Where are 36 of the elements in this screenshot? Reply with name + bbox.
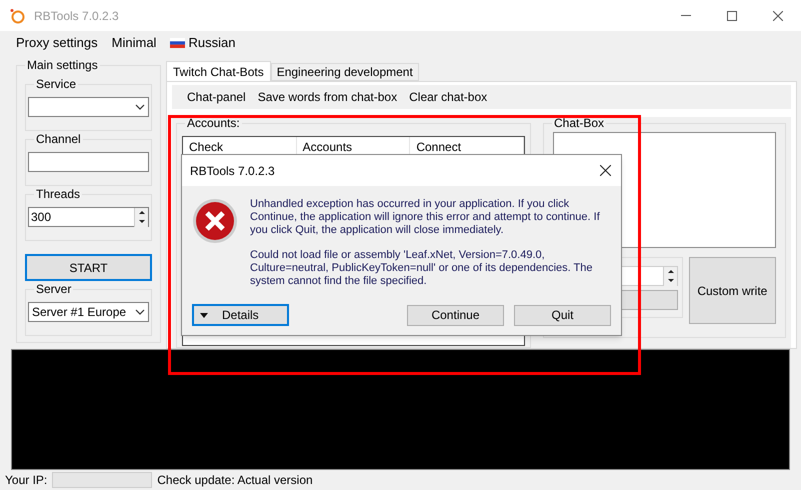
channel-field[interactable]	[28, 152, 149, 172]
maximize-icon	[727, 10, 737, 20]
app-logo-icon	[9, 8, 25, 24]
close-icon[interactable]	[600, 165, 611, 176]
chevron-down-icon	[135, 309, 145, 315]
menu-item[interactable]: Russian	[163, 33, 242, 53]
group-title: Main settings	[25, 57, 100, 73]
caret-icon	[200, 312, 208, 318]
dialog-button[interactable]: Quit	[514, 304, 611, 326]
flag-icon	[170, 38, 186, 48]
ip-label: Your IP:	[5, 472, 48, 489]
service-dropdown[interactable]	[28, 97, 149, 117]
tab[interactable]: Engineering development	[270, 63, 419, 81]
start-button[interactable]: START	[25, 254, 152, 281]
minimize-icon	[681, 15, 691, 16]
toolbar-item[interactable]: Save words from chat-box	[252, 88, 404, 106]
error-icon	[192, 198, 238, 244]
spin-buttons[interactable]	[134, 208, 148, 226]
spin-buttons[interactable]	[662, 267, 677, 286]
dialog-title: RBTools 7.0.2.3	[190, 162, 275, 180]
threads-spinner[interactable]: 300	[28, 207, 149, 227]
update-status: Check update: Actual version	[157, 472, 313, 489]
chevron-down-icon	[135, 104, 145, 110]
toolbar-item[interactable]: Chat-panel	[181, 88, 252, 106]
menu-item[interactable]: Minimal	[104, 33, 164, 53]
toolbar-item[interactable]: Clear chat-box	[403, 88, 494, 106]
menu-item[interactable]: Proxy settings	[9, 33, 105, 53]
error-message: Unhandled exception has occurred in your application. If you click Continue, the application will ignore this error and attempt to continue. If you click Quit, the application will close immediately.	[250, 198, 601, 237]
close-icon	[773, 10, 783, 20]
server-dropdown[interactable]: Server #1 Europe	[28, 302, 149, 322]
tab[interactable]: Twitch Chat-Bots	[166, 61, 271, 81]
details-button[interactable]: Details	[192, 304, 289, 326]
custom-write-button[interactable]: Custom write	[688, 257, 776, 324]
window-title: RBTools 7.0.2.3	[34, 8, 119, 24]
error-detail: Could not load file or assembly 'Leaf.xNet, Version=7.0.49.0, Culture=neutral, PublicKeyToken=null' or one of its dependencies. The system cannot find the file specified.	[250, 249, 594, 288]
dialog-button[interactable]: Continue	[407, 304, 504, 326]
